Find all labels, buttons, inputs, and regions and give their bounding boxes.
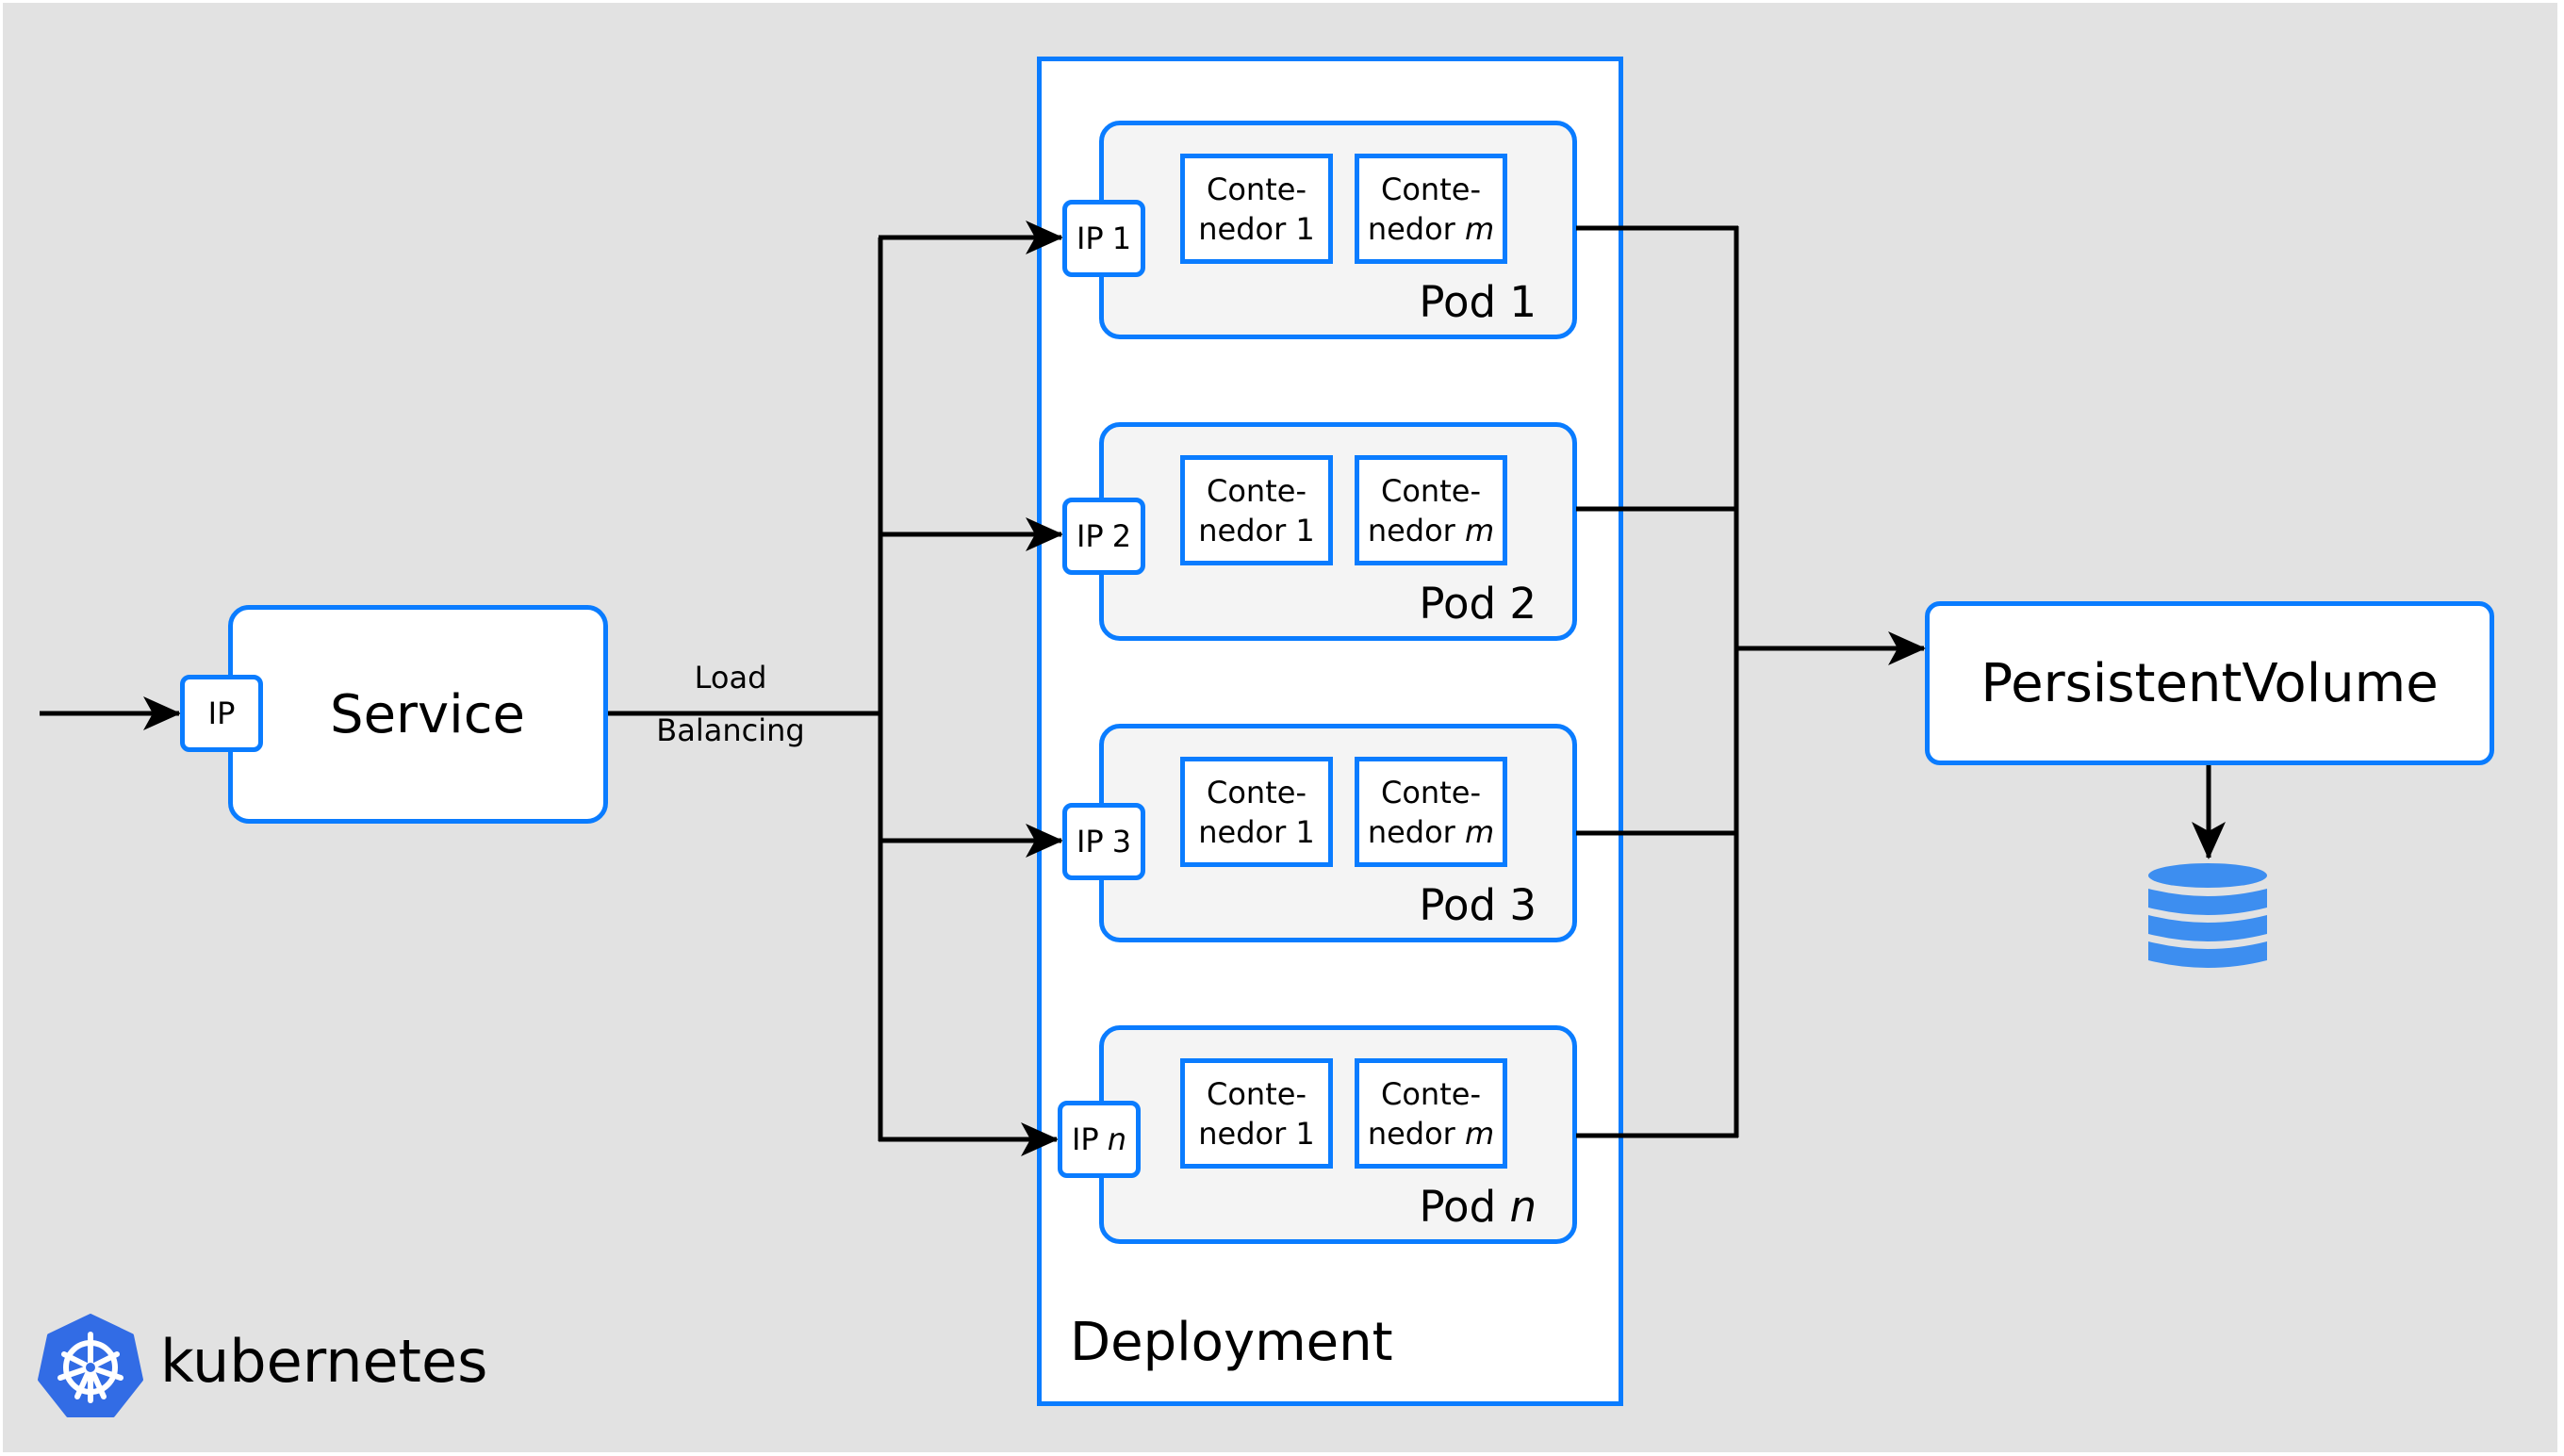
container-label: Conte-nedor 1	[1198, 1074, 1315, 1153]
container-box[interactable]: Conte-nedor 1	[1180, 1058, 1333, 1169]
pod-box[interactable]: Conte-nedor 1 Conte-nedor m Pod 3	[1099, 724, 1577, 942]
container-label: Conte-nedor m	[1368, 1074, 1494, 1153]
pod-label-index: 2	[1509, 579, 1537, 629]
pod-label-prefix: Pod	[1419, 277, 1497, 327]
container-label: Conte-nedor 1	[1198, 170, 1315, 249]
container-label-index: m	[1465, 813, 1495, 850]
container-label-prefix: nedor	[1198, 512, 1287, 548]
pod-ip-port[interactable]: IP 2	[1062, 498, 1145, 575]
pod-label: Pod 1	[1419, 277, 1537, 327]
container-label-index: 1	[1295, 512, 1315, 548]
pod-ip-index: 1	[1111, 221, 1132, 256]
container-label-index: 1	[1295, 1115, 1315, 1152]
pod-label: Pod 2	[1419, 579, 1537, 629]
kubernetes-wordmark: kubernetes	[160, 1327, 488, 1396]
container-label-prefix: nedor	[1367, 512, 1455, 548]
pod-ip-prefix: IP	[1076, 221, 1104, 256]
container-label: Conte-nedor 1	[1198, 471, 1315, 550]
pod-ip-port[interactable]: IP 1	[1062, 200, 1145, 277]
pod-ip-prefix: IP	[1076, 518, 1104, 554]
container-label-line1: Conte-	[1381, 171, 1481, 207]
container-label: Conte-nedor m	[1368, 471, 1494, 550]
container-box[interactable]: Conte-nedor m	[1355, 757, 1507, 867]
container-label: Conte-nedor 1	[1198, 773, 1315, 852]
persistent-volume-label: PersistentVolume	[1981, 652, 2439, 714]
load-balancing-label-line1: Load	[694, 660, 767, 695]
service-label: Service	[330, 683, 525, 745]
container-label-index: m	[1465, 512, 1495, 548]
pod-box[interactable]: Conte-nedor 1 Conte-nedor m Pod n	[1099, 1025, 1577, 1244]
pod-box[interactable]: Conte-nedor 1 Conte-nedor m Pod 2	[1099, 422, 1577, 641]
container-box[interactable]: Conte-nedor 1	[1180, 757, 1333, 867]
container-box[interactable]: Conte-nedor m	[1355, 455, 1507, 565]
pod-box[interactable]: Conte-nedor 1 Conte-nedor m Pod 1	[1099, 121, 1577, 339]
kubernetes-helm-icon	[38, 1314, 143, 1417]
service-box[interactable]: Service	[228, 605, 608, 824]
pod-label: Pod n	[1420, 1182, 1537, 1232]
container-label-prefix: nedor	[1367, 1115, 1455, 1152]
service-ip-label: IP	[207, 695, 236, 731]
container-label-prefix: nedor	[1198, 1115, 1287, 1152]
container-label-index: m	[1465, 1115, 1495, 1152]
container-label-line1: Conte-	[1381, 1075, 1481, 1112]
pod-label-index: 3	[1509, 880, 1537, 930]
pod-ip-index: 3	[1111, 824, 1132, 859]
persistent-volume-box[interactable]: PersistentVolume	[1925, 601, 2494, 765]
container-box[interactable]: Conte-nedor m	[1355, 154, 1507, 264]
pod-ip-port[interactable]: IP 3	[1062, 803, 1145, 880]
pod-label-index: n	[1509, 1182, 1537, 1232]
container-label-line1: Conte-	[1207, 472, 1307, 509]
service-ip-port[interactable]: IP	[180, 675, 263, 752]
pod-label-prefix: Pod	[1419, 880, 1497, 930]
container-box[interactable]: Conte-nedor 1	[1180, 455, 1333, 565]
container-label-prefix: nedor	[1198, 813, 1287, 850]
container-label-index: 1	[1295, 813, 1315, 850]
pod-ip-port[interactable]: IP n	[1058, 1101, 1141, 1178]
container-label-index: 1	[1295, 210, 1315, 247]
database-icon	[2148, 863, 2267, 968]
pod-label: Pod 3	[1419, 880, 1537, 930]
container-label: Conte-nedor m	[1368, 773, 1494, 852]
container-box[interactable]: Conte-nedor 1	[1180, 154, 1333, 264]
pod-ip-prefix: IP	[1071, 1121, 1099, 1157]
container-label-prefix: nedor	[1367, 813, 1455, 850]
container-label-line1: Conte-	[1381, 472, 1481, 509]
pod-ip-index: n	[1107, 1121, 1126, 1157]
pod-label-index: 1	[1509, 277, 1537, 327]
container-label-line1: Conte-	[1207, 1075, 1307, 1112]
container-label-index: m	[1465, 210, 1495, 247]
container-label-prefix: nedor	[1367, 210, 1455, 247]
container-label-prefix: nedor	[1198, 210, 1287, 247]
load-balancing-label-line2: Balancing	[656, 712, 805, 748]
container-label: Conte-nedor m	[1368, 170, 1494, 249]
pod-ip-prefix: IP	[1076, 824, 1104, 859]
pod-ip-index: 2	[1111, 518, 1132, 554]
pod-label-prefix: Pod	[1419, 1182, 1497, 1232]
container-box[interactable]: Conte-nedor m	[1355, 1058, 1507, 1169]
deployment-label: Deployment	[1070, 1312, 1393, 1373]
pod-label-prefix: Pod	[1419, 579, 1497, 629]
container-label-line1: Conte-	[1207, 171, 1307, 207]
container-label-line1: Conte-	[1207, 774, 1307, 810]
container-label-line1: Conte-	[1381, 774, 1481, 810]
